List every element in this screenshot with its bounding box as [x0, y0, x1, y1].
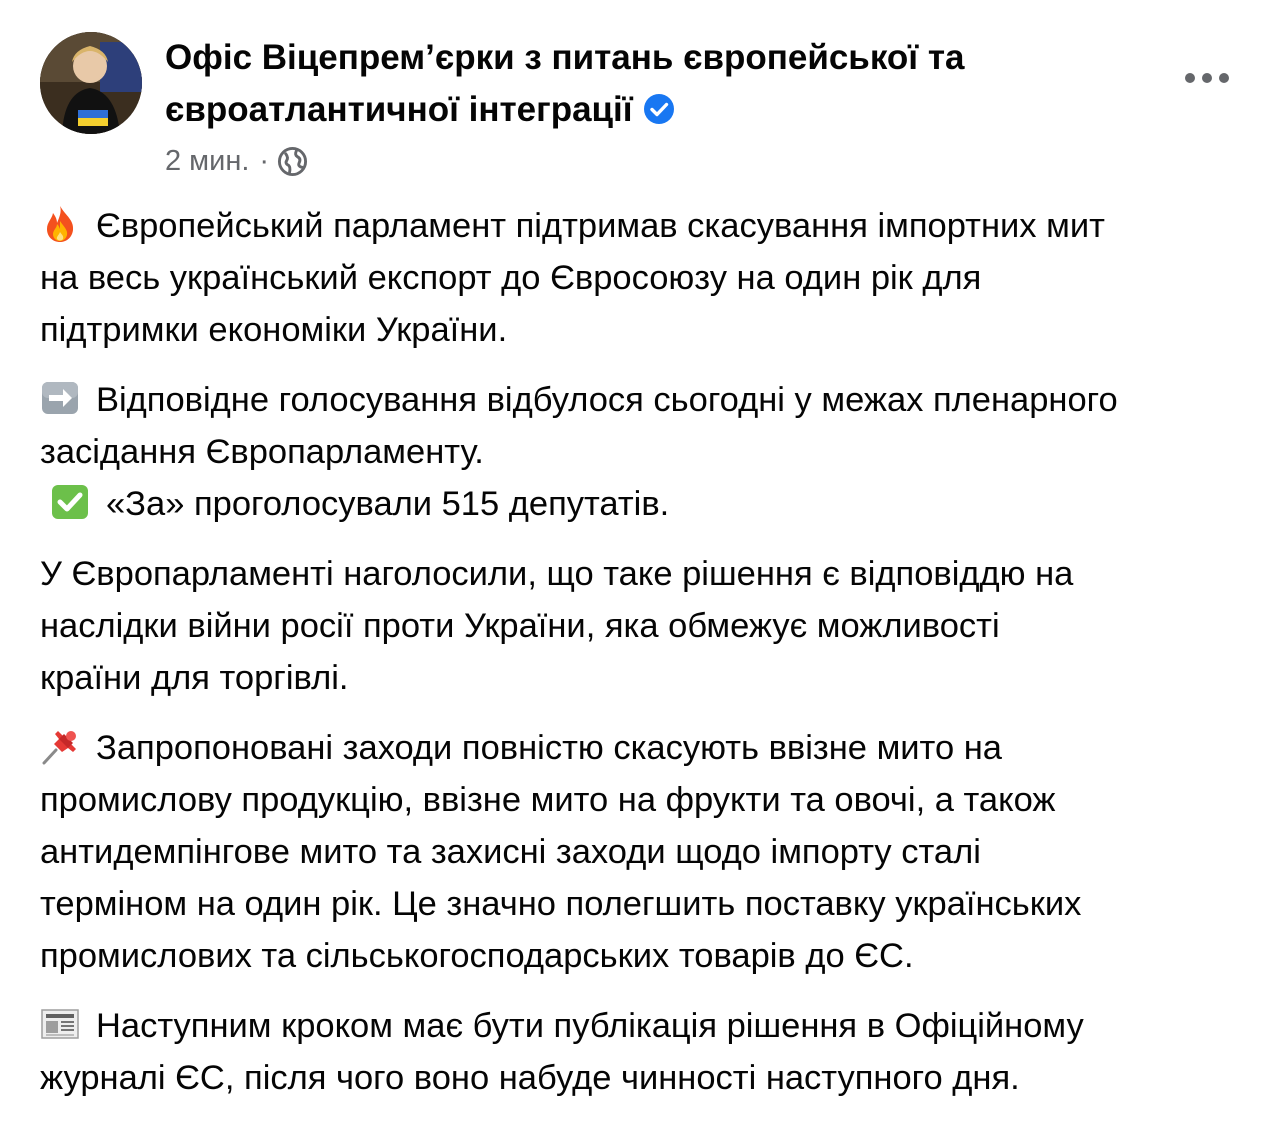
paragraph-3: У Європарламенті наголосили, що таке ріш…: [40, 548, 1265, 704]
more-horizontal-icon: [1185, 73, 1229, 83]
meta-separator: ·: [259, 144, 270, 177]
page-name[interactable]: Офіс Віцепрем’єрки з питань європейської…: [165, 32, 1065, 136]
text-line: підтримки економіки України.: [40, 311, 508, 349]
post-text: Європейський парламент підтримав скасува…: [40, 200, 1265, 1122]
verified-badge-icon: [643, 93, 675, 125]
text-line: терміном на один рік. Це значно полегшит…: [40, 885, 1082, 923]
paragraph-1: Європейський парламент підтримав скасува…: [40, 200, 1265, 356]
avatar[interactable]: [40, 32, 142, 134]
paragraph-4: Запропоновані заходи повністю скасують в…: [40, 722, 1265, 982]
text-line: Європейський парламент підтримав скасува…: [40, 200, 1265, 252]
text-line: Відповідне голосування відбулося сьогодн…: [40, 374, 1265, 426]
text-line: «За» проголосували 515 депутатів.: [40, 478, 1265, 530]
text-line: на весь український експорт до Євросоюзу…: [40, 259, 982, 297]
page-name-line1[interactable]: Офіс Віцепрем’єрки з питань європейської…: [165, 38, 964, 77]
text-line: журналі ЄС, після чого воно набуде чинно…: [40, 1059, 1020, 1097]
text-line: наслідки війни росії проти України, яка …: [40, 607, 1000, 645]
text-line: Запропоновані заходи повністю скасують в…: [40, 722, 1265, 774]
more-options-button[interactable]: [1172, 56, 1242, 100]
right-arrow-emoji-icon: [40, 378, 80, 418]
facebook-post: Офіс Віцепрем’єрки з питань європейської…: [0, 0, 1280, 1136]
timestamp-link[interactable]: 2 мин.: [165, 145, 249, 178]
text-line: засідання Європарламенту.: [40, 433, 484, 471]
post-meta: 2 мин. ·: [165, 140, 308, 182]
paragraph-2: Відповідне голосування відбулося сьогодн…: [40, 374, 1265, 530]
text-line: У Європарламенті наголосили, що таке ріш…: [40, 555, 1074, 593]
pushpin-emoji-icon: [40, 726, 80, 766]
text-line: країни для торгівлі.: [40, 659, 349, 697]
avatar-image: [40, 32, 142, 134]
text-line: Наступним кроком має бути публікація ріш…: [40, 1000, 1265, 1052]
newspaper-emoji-icon: [40, 1004, 80, 1044]
globe-icon[interactable]: [277, 146, 308, 177]
check-mark-button-emoji-icon: [50, 482, 90, 522]
page-name-line2[interactable]: євроатлантичної інтеграції: [165, 90, 633, 129]
text-line: антидемпінгове мито та захисні заходи що…: [40, 833, 981, 871]
fire-emoji-icon: [40, 204, 80, 244]
text-line: промислових та сільськогосподарських тов…: [40, 937, 914, 975]
paragraph-5: Наступним кроком має бути публікація ріш…: [40, 1000, 1265, 1104]
text-line: промислову продукцію, ввізне мито на фру…: [40, 781, 1056, 819]
